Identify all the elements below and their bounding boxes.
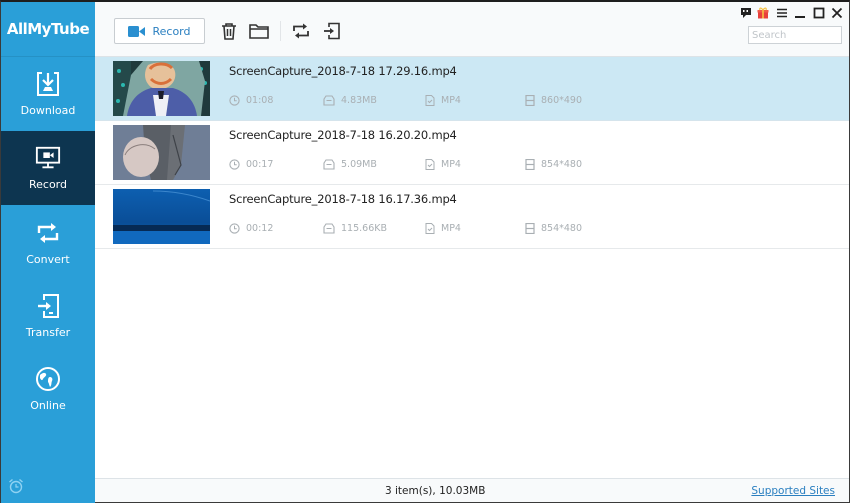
video-thumbnail — [113, 61, 210, 116]
file-format: MP4 — [425, 95, 461, 106]
sidebar-item-download[interactable]: Download — [1, 57, 95, 131]
transfer-icon — [35, 293, 61, 319]
convert-icon[interactable] — [292, 22, 310, 40]
sidebar-item-label: Download — [20, 104, 76, 117]
download-icon — [35, 71, 61, 97]
trash-icon[interactable] — [220, 22, 238, 40]
document-icon — [425, 95, 435, 106]
film-icon — [525, 159, 535, 170]
transfer-icon[interactable] — [323, 22, 341, 40]
menu-icon[interactable] — [776, 6, 788, 18]
file-size-value: 5.09MB — [341, 159, 377, 170]
search-input[interactable] — [748, 26, 842, 44]
items-summary: 3 item(s), 10.03MB — [385, 485, 486, 497]
alarm-clock-icon[interactable] — [8, 478, 24, 494]
sidebar-item-label: Convert — [26, 253, 70, 266]
file-row[interactable]: ScreenCapture_2018-7-18 16.17.36.mp4 00:… — [95, 185, 849, 249]
video-thumbnail — [113, 189, 210, 244]
app-window: AllMyTube Download Record Convert Transf… — [0, 0, 850, 503]
film-icon — [525, 95, 535, 106]
file-size: 5.09MB — [323, 159, 377, 170]
file-name: ScreenCapture_2018-7-18 16.20.20.mp4 — [229, 128, 457, 142]
minimize-icon[interactable] — [794, 6, 806, 18]
file-row[interactable]: ScreenCapture_2018-7-18 16.20.20.mp4 00:… — [95, 121, 849, 185]
clock-icon — [229, 159, 240, 170]
sidebar-item-label: Online — [30, 399, 66, 412]
resolution-value: 860*490 — [541, 95, 583, 106]
app-logo: AllMyTube — [1, 2, 95, 57]
duration-value: 00:17 — [246, 159, 274, 170]
file-name: ScreenCapture_2018-7-18 16.17.36.mp4 — [229, 192, 457, 206]
feedback-icon[interactable] — [740, 6, 752, 18]
file-size: 4.83MB — [323, 95, 377, 106]
video-camera-icon — [128, 25, 146, 37]
toolbar: Record — [95, 2, 849, 57]
sidebar-item-record[interactable]: Record — [1, 131, 95, 205]
resolution: 854*480 — [525, 223, 582, 234]
status-bar: 3 item(s), 10.03MB Supported Sites — [95, 478, 849, 502]
file-format-value: MP4 — [441, 95, 461, 106]
video-thumbnail — [113, 125, 210, 180]
file-format: MP4 — [425, 223, 461, 234]
file-format-value: MP4 — [441, 159, 461, 170]
storage-icon — [323, 223, 335, 234]
duration-value: 00:12 — [246, 223, 274, 234]
toolbar-separator — [280, 21, 281, 41]
file-size-value: 115.66KB — [341, 223, 387, 234]
sidebar-item-online[interactable]: Online — [1, 352, 95, 426]
sidebar-item-convert[interactable]: Convert — [1, 206, 95, 280]
globe-icon — [35, 366, 61, 392]
convert-icon — [35, 220, 61, 246]
file-list: ScreenCapture_2018-7-18 17.29.16.mp4 01:… — [95, 57, 849, 479]
sidebar-item-label: Transfer — [25, 326, 71, 339]
storage-icon — [323, 159, 335, 170]
sidebar-item-label: Record — [28, 178, 67, 191]
clock-icon — [229, 95, 240, 106]
file-name: ScreenCapture_2018-7-18 17.29.16.mp4 — [229, 64, 457, 78]
record-button[interactable]: Record — [114, 18, 205, 44]
film-icon — [525, 223, 535, 234]
maximize-icon[interactable] — [813, 6, 825, 19]
sidebar: AllMyTube Download Record Convert Transf… — [1, 2, 95, 503]
file-size: 115.66KB — [323, 223, 387, 234]
resolution-value: 854*480 — [541, 159, 583, 170]
resolution-value: 854*480 — [541, 223, 583, 234]
file-format: MP4 — [425, 159, 461, 170]
document-icon — [425, 223, 435, 234]
resolution: 854*480 — [525, 159, 582, 170]
duration: 01:08 — [229, 95, 273, 106]
file-size-value: 4.83MB — [341, 95, 377, 106]
close-icon[interactable] — [831, 6, 843, 19]
clock-icon — [229, 223, 240, 234]
duration: 00:12 — [229, 223, 273, 234]
record-button-label: Record — [152, 24, 191, 38]
folder-icon[interactable] — [249, 22, 269, 40]
gift-icon[interactable] — [757, 6, 769, 19]
file-format-value: MP4 — [441, 223, 461, 234]
duration: 00:17 — [229, 159, 273, 170]
storage-icon — [323, 95, 335, 106]
document-icon — [425, 159, 435, 170]
sidebar-item-transfer[interactable]: Transfer — [1, 279, 95, 353]
duration-value: 01:08 — [246, 95, 274, 106]
file-row[interactable]: ScreenCapture_2018-7-18 17.29.16.mp4 01:… — [95, 57, 849, 121]
supported-sites-link[interactable]: Supported Sites — [751, 485, 835, 497]
resolution: 860*490 — [525, 95, 582, 106]
monitor-camera-icon — [35, 145, 61, 171]
